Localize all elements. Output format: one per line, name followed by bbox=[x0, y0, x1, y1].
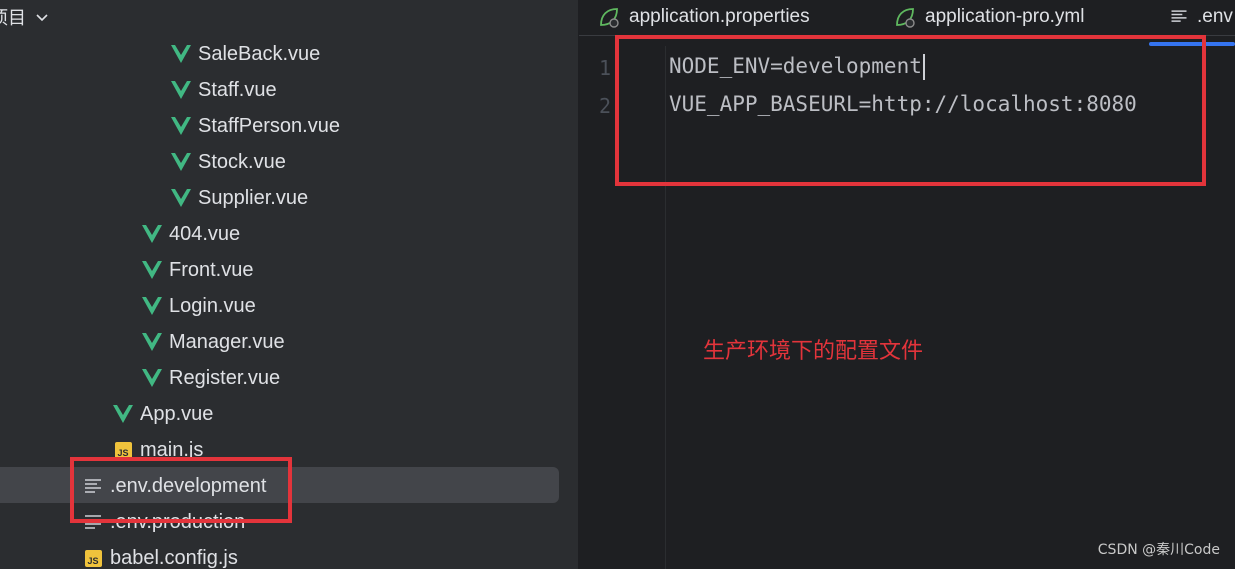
tree-item-app[interactable]: App.vue bbox=[112, 396, 213, 432]
tree-item-label: App.vue bbox=[140, 402, 214, 425]
tab-label: application.properties bbox=[629, 6, 810, 27]
text-file-icon bbox=[1171, 10, 1187, 22]
tree-item-login[interactable]: Login.vue bbox=[141, 288, 256, 324]
vue-icon bbox=[170, 151, 192, 173]
editor-tab-bar: application.properties application-pro.y… bbox=[579, 0, 1235, 36]
tree-item-stock[interactable]: Stock.vue bbox=[170, 144, 286, 180]
annotation-text: 生产环境下的配置文件 bbox=[703, 339, 924, 364]
highlight-box-code bbox=[615, 35, 1206, 186]
vue-icon bbox=[141, 259, 163, 281]
project-panel-header[interactable]: 项目 bbox=[0, 0, 578, 34]
tree-item-label: SaleBack.vue bbox=[198, 42, 321, 65]
watermark: CSDN @秦川Code bbox=[1097, 542, 1220, 558]
chevron-down-icon[interactable] bbox=[34, 9, 50, 25]
tree-item-label: Stock.vue bbox=[198, 150, 286, 173]
vue-icon bbox=[170, 79, 192, 101]
spring-leaf-icon bbox=[896, 8, 915, 28]
tab-application-properties[interactable]: application.properties bbox=[597, 0, 810, 34]
tree-item-staff[interactable]: Staff.vue bbox=[170, 72, 277, 108]
vue-icon bbox=[141, 367, 163, 389]
tree-item-label: Manager.vue bbox=[169, 330, 285, 353]
vue-icon bbox=[141, 223, 163, 245]
tree-item-staffperson[interactable]: StaffPerson.vue bbox=[170, 108, 340, 144]
tree-item-babel-config[interactable]: JS babel.config.js bbox=[82, 540, 238, 569]
tree-item-label: 404.vue bbox=[169, 222, 241, 245]
vue-icon bbox=[170, 43, 192, 65]
tree-item-register[interactable]: Register.vue bbox=[141, 360, 280, 396]
tree-item-label: babel.config.js bbox=[110, 546, 238, 569]
tree-item-label: Staff.vue bbox=[198, 78, 277, 101]
vue-icon bbox=[112, 403, 134, 425]
vue-icon bbox=[141, 295, 163, 317]
tree-item-label: Front.vue bbox=[169, 258, 254, 281]
tab-label: application-pro.yml bbox=[925, 6, 1085, 27]
tab-label: .env bbox=[1197, 6, 1233, 27]
tab-application-pro-yml[interactable]: application-pro.yml bbox=[893, 0, 1084, 34]
tree-item-label: Register.vue bbox=[169, 366, 281, 389]
tree-item-front[interactable]: Front.vue bbox=[141, 252, 253, 288]
tree-item-404[interactable]: 404.vue bbox=[141, 216, 240, 252]
tree-item-label: Supplier.vue bbox=[198, 186, 309, 209]
tree-item-label: Login.vue bbox=[169, 294, 256, 317]
tree-item-manager[interactable]: Manager.vue bbox=[141, 324, 285, 360]
tree-item-label: StaffPerson.vue bbox=[198, 114, 340, 137]
js-file-icon: JS bbox=[82, 547, 104, 569]
vue-icon bbox=[170, 187, 192, 209]
project-panel-title: 项目 bbox=[0, 8, 26, 28]
tree-item-saleback[interactable]: SaleBack.vue bbox=[170, 36, 320, 72]
highlight-box-file bbox=[70, 457, 292, 523]
tab-env[interactable]: .env bbox=[1169, 0, 1233, 34]
spring-leaf-icon bbox=[600, 8, 619, 28]
tree-item-supplier[interactable]: Supplier.vue bbox=[170, 180, 308, 216]
vue-icon bbox=[141, 331, 163, 353]
vue-icon bbox=[170, 115, 192, 137]
